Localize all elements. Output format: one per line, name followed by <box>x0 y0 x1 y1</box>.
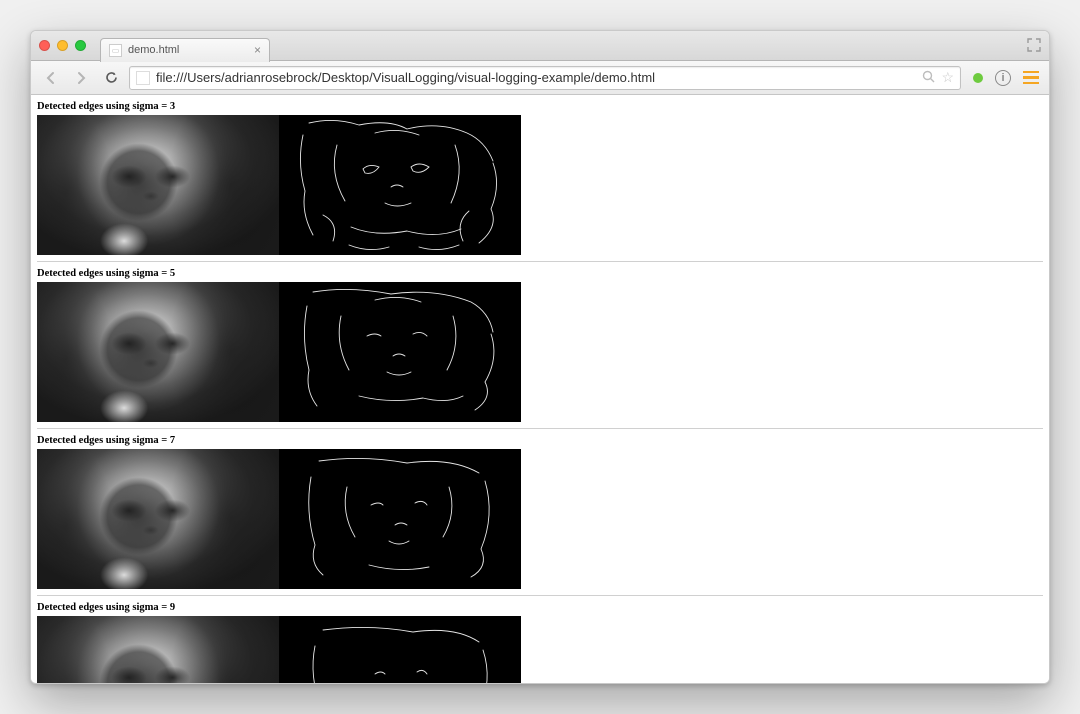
page-icon <box>136 71 150 85</box>
window-maximize-button[interactable] <box>75 40 86 51</box>
reload-button[interactable] <box>99 66 123 90</box>
window-close-button[interactable] <box>39 40 50 51</box>
menu-button[interactable] <box>1021 71 1041 85</box>
tab-close-button[interactable]: × <box>254 43 261 57</box>
log-entry-images <box>37 616 1043 683</box>
url-text: file:///Users/adrianrosebrock/Desktop/Vi… <box>156 70 916 85</box>
edge-image <box>279 115 521 255</box>
address-bar[interactable]: file:///Users/adrianrosebrock/Desktop/Vi… <box>129 66 961 90</box>
edge-image <box>279 282 521 422</box>
log-entry-title: Detected edges using sigma = 5 <box>37 266 1043 282</box>
separator <box>37 595 1043 596</box>
window-minimize-button[interactable] <box>57 40 68 51</box>
back-button[interactable] <box>39 66 63 90</box>
original-image <box>37 282 279 422</box>
separator <box>37 261 1043 262</box>
tab-bar: ▭ demo.html × <box>31 31 1049 61</box>
browser-tab[interactable]: ▭ demo.html × <box>100 38 270 62</box>
log-entry-title: Detected edges using sigma = 7 <box>37 433 1043 449</box>
separator <box>37 428 1043 429</box>
toolbar: file:///Users/adrianrosebrock/Desktop/Vi… <box>31 61 1049 95</box>
log-entry-images <box>37 449 1043 589</box>
tab-title: demo.html <box>128 44 254 56</box>
browser-window: ▭ demo.html × file:///Users/adrianrosebr… <box>30 30 1050 684</box>
page-favicon-icon: ▭ <box>109 44 122 57</box>
forward-button[interactable] <box>69 66 93 90</box>
log-entry: Detected edges using sigma = 3 <box>37 99 1043 255</box>
window-controls <box>39 40 86 51</box>
page-viewport[interactable]: Detected edges using sigma = 3 <box>31 95 1049 683</box>
extension-indicator-icon[interactable] <box>973 73 983 83</box>
original-image <box>37 616 279 683</box>
fullscreen-icon[interactable] <box>1027 38 1041 52</box>
log-entry: Detected edges using sigma = 5 <box>37 266 1043 422</box>
log-entry-images <box>37 282 1043 422</box>
original-image <box>37 115 279 255</box>
original-image <box>37 449 279 589</box>
log-entry: Detected edges using sigma = 7 <box>37 433 1043 589</box>
edge-image <box>279 449 521 589</box>
log-entry-title: Detected edges using sigma = 9 <box>37 600 1043 616</box>
bookmark-star-icon[interactable]: ☆ <box>941 69 954 86</box>
info-button[interactable]: i <box>995 70 1011 86</box>
edge-image <box>279 616 521 683</box>
log-entry: Detected edges using sigma = 9 <box>37 600 1043 683</box>
search-icon[interactable] <box>922 70 935 86</box>
log-entry-title: Detected edges using sigma = 3 <box>37 99 1043 115</box>
log-entry-images <box>37 115 1043 255</box>
page-content: Detected edges using sigma = 3 <box>31 95 1049 683</box>
